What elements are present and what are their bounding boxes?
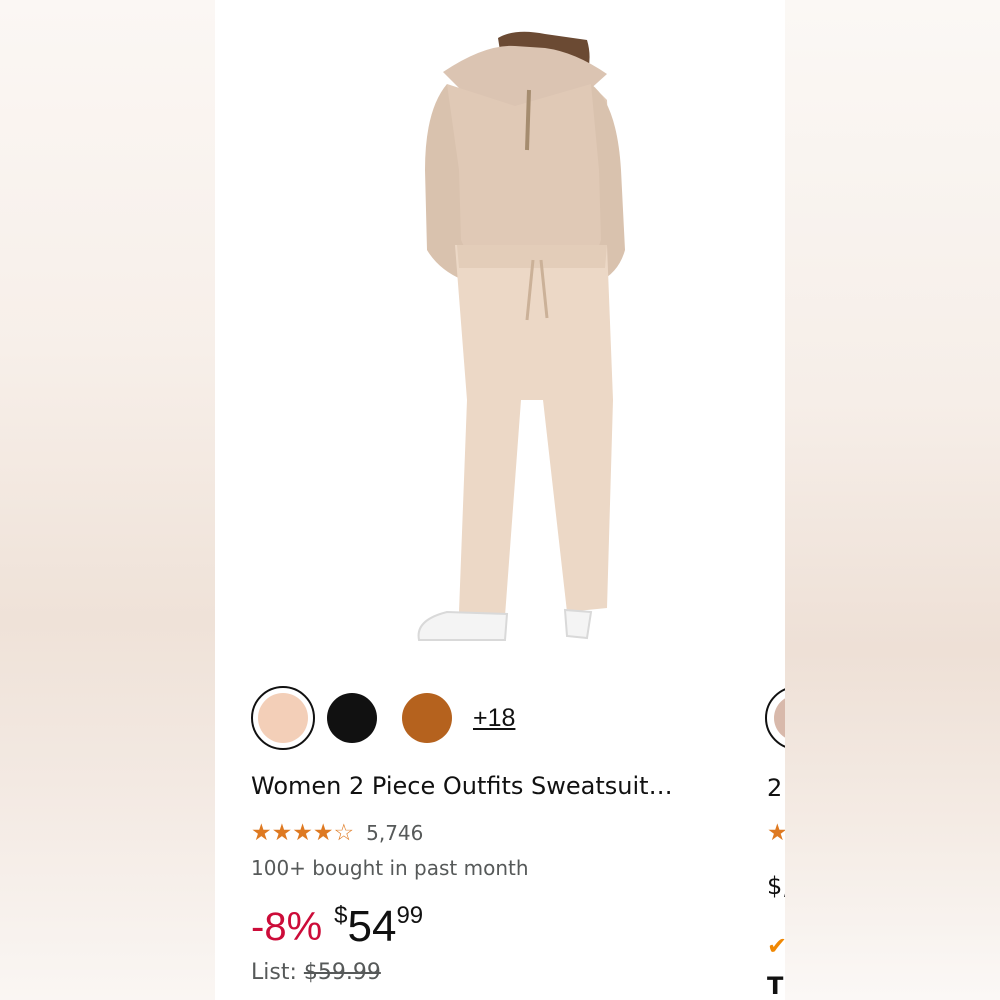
color-swatches: +18	[251, 686, 515, 750]
price-fraction: 99	[396, 902, 424, 929]
price-whole: 54	[347, 902, 397, 951]
next-swatch-ring[interactable]	[765, 686, 785, 750]
product-card-screen: +18 Women 2 Piece Outfits Sweatsuit… ★★★…	[215, 0, 785, 1000]
product-image[interactable]	[215, 0, 785, 665]
star-rating: ★★★★☆	[251, 820, 354, 846]
star-empty-icon: ☆	[333, 820, 355, 846]
blurred-background-right	[785, 0, 1000, 1000]
swatch-brown[interactable]	[402, 693, 452, 743]
list-price-value: $59.99	[303, 960, 381, 985]
rating-row[interactable]: ★★★★☆ 5,746	[251, 820, 423, 846]
more-colors-link[interactable]: +18	[473, 704, 515, 733]
bought-in-past-month: 100+ bought in past month	[251, 856, 529, 880]
price-symbol: $	[334, 902, 348, 929]
swatch-beige[interactable]	[258, 693, 308, 743]
star-full-icon: ★	[312, 820, 334, 846]
star-full-icon: ★	[271, 820, 293, 846]
star-full-icon: ★	[251, 820, 272, 846]
discount-percent: -8%	[251, 905, 323, 949]
blurred-background-left	[0, 0, 215, 1000]
list-price-row: List: $59.99	[251, 960, 381, 985]
price-row: -8% $ 54 99	[251, 900, 423, 954]
next-product-title[interactable]: 2	[767, 774, 782, 802]
list-price-label: List:	[251, 960, 297, 985]
next-product-card-partial[interactable]: 2 ★ $, ✔ T	[765, 0, 785, 1000]
next-swatch[interactable]	[774, 695, 785, 741]
next-product-price: $,	[767, 872, 785, 900]
star-full-icon: ★	[767, 820, 785, 846]
product-title[interactable]: Women 2 Piece Outfits Sweatsuit…	[251, 772, 721, 800]
prime-check-icon: ✔	[767, 932, 785, 960]
review-count[interactable]: 5,746	[366, 821, 423, 845]
swatch-black[interactable]	[327, 693, 377, 743]
star-full-icon: ★	[292, 820, 313, 846]
swatch-selected-ring[interactable]	[251, 686, 315, 750]
next-product-badge: T	[767, 972, 784, 1000]
